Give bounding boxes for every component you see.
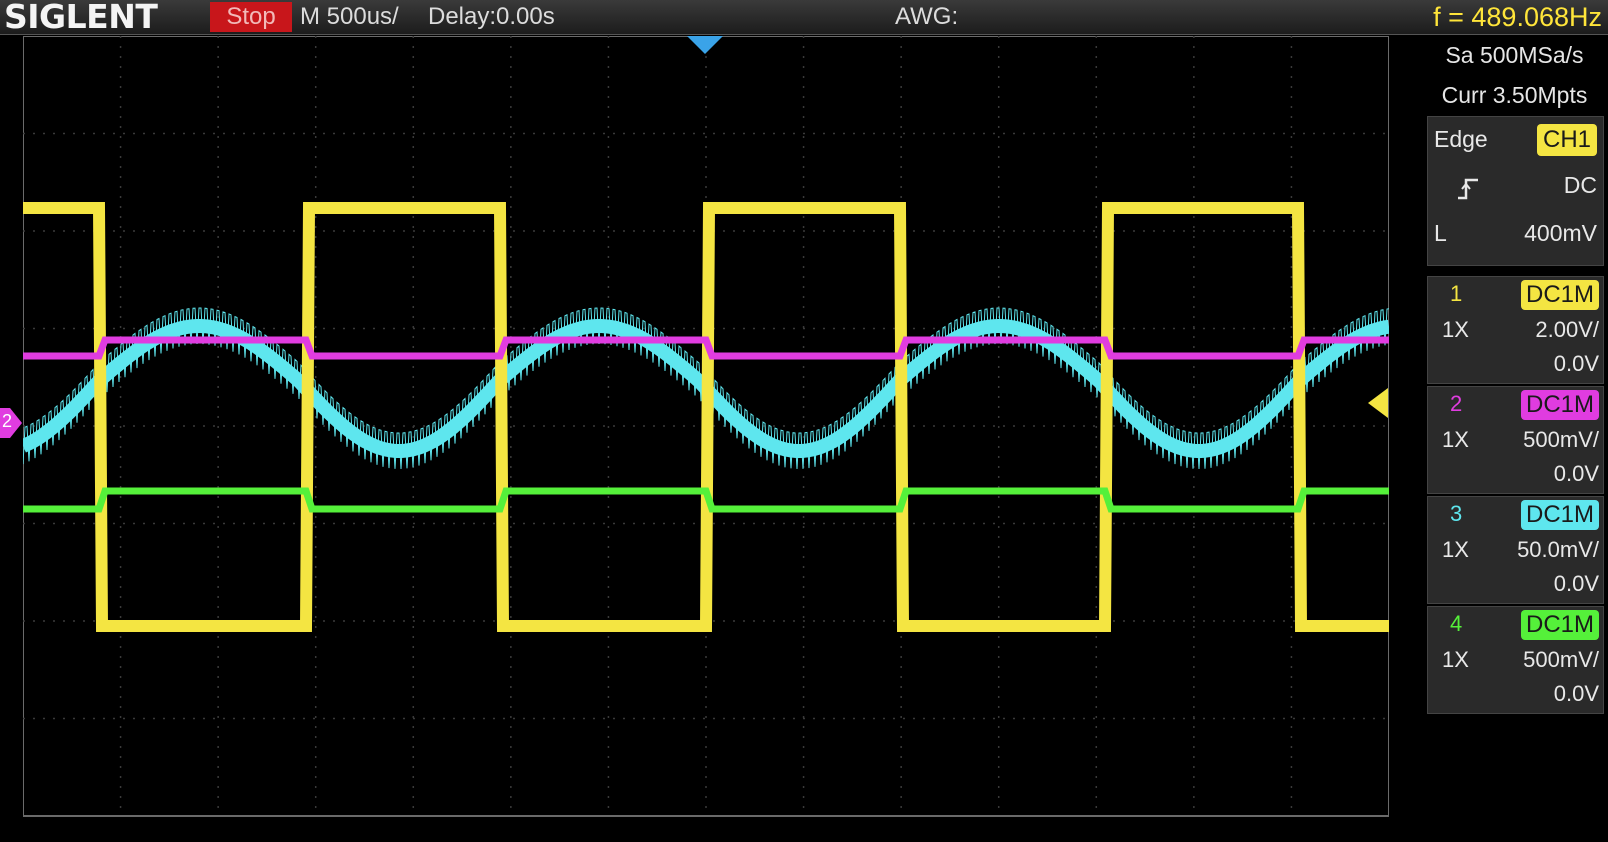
frequency-counter: f = 489.068Hz — [1433, 2, 1602, 32]
channel-3-coupling: DC1M — [1520, 500, 1599, 530]
channel-3-offset: 0.0V — [1553, 571, 1599, 596]
channel-2-probe: 1X — [1442, 427, 1469, 452]
timebase-readout[interactable]: M 500us/ — [300, 0, 399, 34]
channel-3-number: 3 — [1450, 501, 1463, 526]
channel-4-coupling: DC1M — [1520, 610, 1599, 640]
awg-readout[interactable]: AWG: — [895, 0, 958, 34]
channel-4-panel[interactable]: 4 DC1M 1X 500mV/ 0.0V — [1427, 606, 1604, 714]
channel-3-probe: 1X — [1442, 537, 1469, 562]
brand-logo: SIGLENT — [4, 0, 158, 36]
trigger-source-badge: CH1 — [1536, 124, 1597, 156]
ch2-ground-label: 2 — [2, 411, 13, 431]
delay-readout[interactable]: Delay:0.00s — [428, 0, 555, 34]
channel-4-scale: 500mV/ — [1523, 647, 1599, 672]
ch2-ground-marker[interactable]: 2 — [0, 408, 22, 438]
channel-1-number: 1 — [1450, 281, 1463, 306]
channel-1-panel[interactable]: 1 DC1M 1X 2.00V/ 0.0V — [1427, 276, 1604, 384]
channel-4-number: 4 — [1450, 611, 1463, 636]
trigger-level-label: L — [1434, 220, 1447, 246]
channel-2-scale: 500mV/ — [1523, 427, 1599, 452]
info-panel: Sa 500MSa/s Curr 3.50Mpts Edge CH1 DC L … — [1427, 36, 1608, 842]
trigger-level-value: 400mV — [1524, 220, 1597, 246]
trigger-panel[interactable]: Edge CH1 DC L 400mV — [1427, 116, 1604, 266]
channel-2-number: 2 — [1450, 391, 1463, 416]
run-stop-indicator[interactable]: Stop — [210, 2, 292, 32]
memory-depth: Curr 3.50Mpts — [1441, 82, 1588, 108]
waveform-svg — [23, 36, 1389, 817]
channel-3-panel[interactable]: 3 DC1M 1X 50.0mV/ 0.0V — [1427, 496, 1604, 604]
status-bar: SIGLENT Stop M 500us/ Delay:0.00s AWG: f… — [0, 0, 1608, 35]
channel-1-probe: 1X — [1442, 317, 1469, 342]
channel-1-scale: 2.00V/ — [1535, 317, 1599, 342]
channel-4-probe: 1X — [1442, 647, 1469, 672]
trigger-coupling: DC — [1563, 172, 1597, 198]
channel-4-offset: 0.0V — [1553, 681, 1599, 706]
channel-1-offset: 0.0V — [1553, 351, 1599, 376]
trigger-type: Edge — [1434, 126, 1488, 152]
channel-2-panel[interactable]: 2 DC1M 1X 500mV/ 0.0V — [1427, 386, 1604, 494]
sample-rate: Sa 500MSa/s — [1445, 42, 1584, 68]
channel-2-offset: 0.0V — [1553, 461, 1599, 486]
waveform-display[interactable] — [23, 36, 1423, 836]
channel-1-coupling: DC1M — [1520, 280, 1599, 310]
channel-2-coupling: DC1M — [1520, 390, 1599, 420]
trigger-level-marker[interactable] — [1368, 388, 1388, 418]
channel-3-scale: 50.0mV/ — [1517, 537, 1599, 562]
rising-edge-icon — [1456, 174, 1480, 200]
